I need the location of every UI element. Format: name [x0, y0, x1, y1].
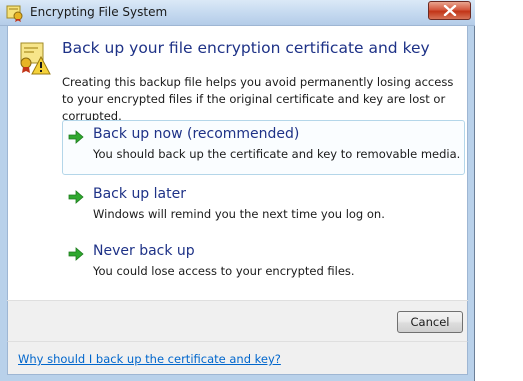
option-back-up-later[interactable]: Back up later Windows will remind you th…	[62, 180, 465, 235]
dialog-content: Back up your file encryption certificate…	[7, 26, 468, 300]
option-title: Back up now (recommended)	[93, 126, 300, 142]
help-link-bar: Why should I back up the certificate and…	[7, 341, 468, 375]
option-subtitle: You could lose access to your encrypted …	[93, 264, 355, 278]
green-arrow-icon	[68, 129, 84, 145]
page-title: Back up your file encryption certificate…	[62, 39, 430, 57]
window-title: Encrypting File System	[30, 5, 168, 19]
option-never-back-up[interactable]: Never back up You could lose access to y…	[62, 237, 465, 292]
close-icon	[443, 5, 457, 16]
option-title: Back up later	[93, 186, 186, 202]
close-button[interactable]	[428, 1, 471, 20]
green-arrow-icon	[68, 246, 84, 262]
option-subtitle: You should back up the certificate and k…	[93, 147, 461, 161]
page-description: Creating this backup file helps you avoi…	[62, 75, 454, 123]
certificate-icon	[6, 4, 24, 22]
button-bar: Cancel	[7, 301, 468, 341]
cancel-button[interactable]: Cancel	[397, 311, 463, 333]
help-link[interactable]: Why should I back up the certificate and…	[18, 352, 281, 366]
title-bar[interactable]: Encrypting File System	[0, 0, 475, 26]
option-back-up-now[interactable]: Back up now (recommended) You should bac…	[62, 120, 465, 175]
option-title: Never back up	[93, 243, 195, 259]
green-arrow-icon	[68, 189, 84, 205]
efs-dialog-window: Encrypting File System Back up your file…	[0, 0, 475, 381]
option-subtitle: Windows will remind you the next time yo…	[93, 207, 385, 221]
certificate-warning-icon	[19, 41, 51, 75]
